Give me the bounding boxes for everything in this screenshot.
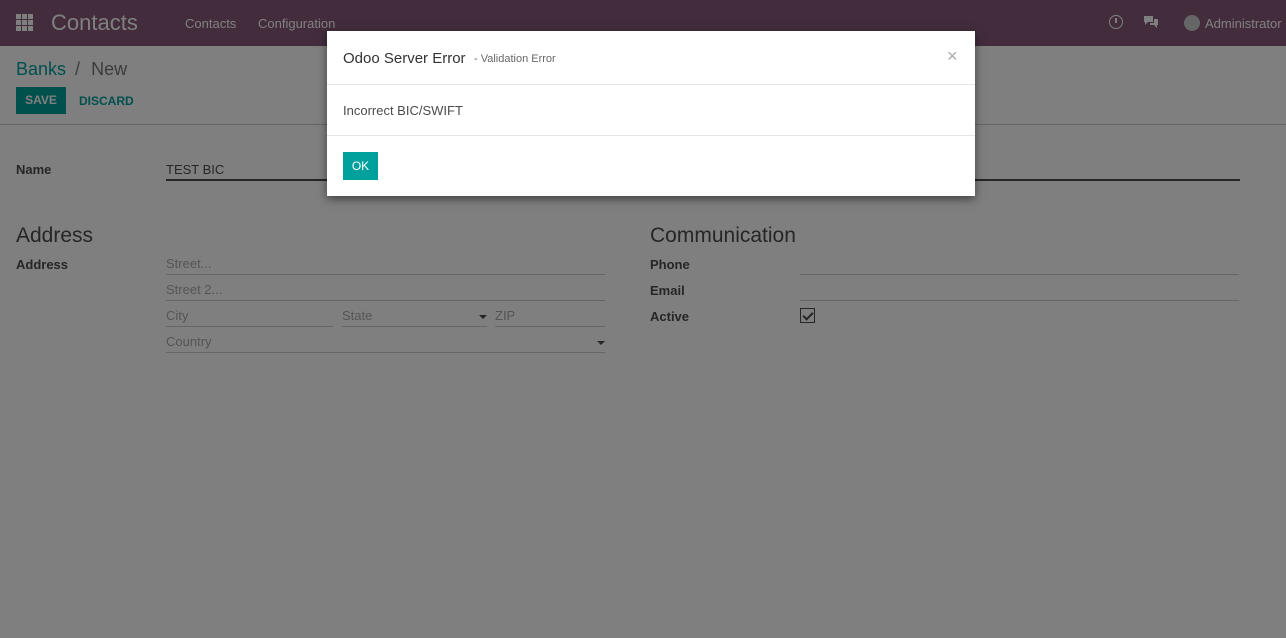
ok-button[interactable]: OK [343, 152, 378, 180]
dialog-subtitle: - Validation Error [474, 53, 556, 65]
close-icon[interactable]: × [947, 46, 958, 67]
dialog-title: Odoo Server Error [343, 50, 466, 67]
dialog-footer-divider [327, 135, 975, 136]
dialog-header: Odoo Server Error - Validation Error × [327, 31, 975, 85]
dialog-message: Incorrect BIC/SWIFT [343, 103, 463, 118]
error-dialog: Odoo Server Error - Validation Error × I… [327, 31, 975, 196]
